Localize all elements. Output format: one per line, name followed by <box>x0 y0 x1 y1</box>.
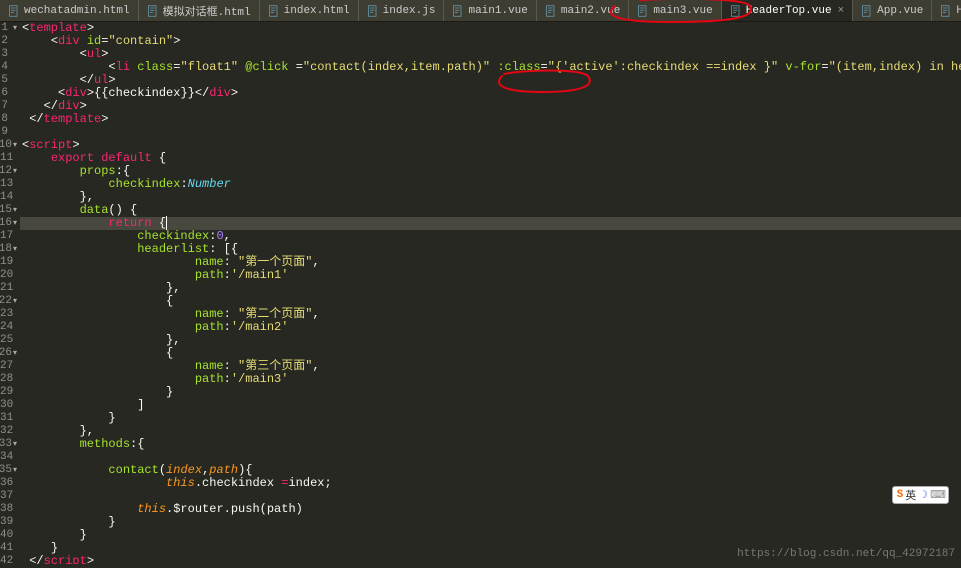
tab-label: 模拟对话框.html <box>163 3 251 19</box>
tab-HeaderTop-vue[interactable]: HeaderTop.vue × <box>722 0 853 21</box>
tab-wechatadmin-html[interactable]: wechatadmin.html <box>0 0 139 21</box>
tab-模拟对话框-html[interactable]: 模拟对话框.html <box>139 0 260 21</box>
tab-main2-vue[interactable]: main2.vue <box>537 0 629 21</box>
ime-toolbar[interactable]: S 英 ☽ ⌨ <box>892 486 949 504</box>
code-line-14[interactable]: }, <box>20 191 961 204</box>
code-line-32[interactable]: }, <box>20 425 961 438</box>
file-icon <box>730 5 742 17</box>
file-icon <box>268 5 280 17</box>
tab-index-js[interactable]: index.js <box>359 0 445 21</box>
code-line-7[interactable]: </div> <box>20 100 961 113</box>
tab-label: App.vue <box>877 5 923 17</box>
code-line-33[interactable]: methods:{ <box>20 438 961 451</box>
code-line-38[interactable]: this.$router.push(path) <box>20 503 961 516</box>
tab-label: wechatadmin.html <box>24 5 130 17</box>
close-icon[interactable]: × <box>838 5 845 17</box>
file-icon <box>637 5 649 17</box>
tab-HelloWorld-vue[interactable]: HelloWorld.vue <box>932 0 961 21</box>
code-line-29[interactable]: } <box>20 386 961 399</box>
code-line-6[interactable]: <div>{{checkindex}}</div> <box>20 87 961 100</box>
code-line-8[interactable]: </template> <box>20 113 961 126</box>
tab-label: main2.vue <box>561 5 620 17</box>
sogou-icon: S <box>897 489 904 501</box>
file-icon <box>367 5 379 17</box>
tab-main3-vue[interactable]: main3.vue <box>629 0 721 21</box>
tab-label: index.js <box>383 5 436 17</box>
file-icon <box>8 5 20 17</box>
code-area[interactable]: <template> <div id="contain"> <ul> <li c… <box>20 22 961 564</box>
tab-label: HeaderTop.vue <box>746 5 832 17</box>
code-line-2[interactable]: <div id="contain"> <box>20 35 961 48</box>
moon-icon[interactable]: ☽ <box>918 488 928 502</box>
code-line-11[interactable]: export default { <box>20 152 961 165</box>
tab-label: HelloWorld.vue <box>956 5 961 17</box>
code-line-36[interactable]: this.checkindex =index; <box>20 477 961 490</box>
watermark: https://blog.csdn.net/qq_42972187 <box>737 548 955 560</box>
tab-label: main1.vue <box>468 5 527 17</box>
ime-more-icon[interactable]: ⌨ <box>930 488 946 502</box>
tab-App-vue[interactable]: App.vue <box>853 0 932 21</box>
code-line-4[interactable]: <li class="float1" @click ="contact(inde… <box>20 61 961 74</box>
tab-index-html[interactable]: index.html <box>260 0 359 21</box>
code-line-9[interactable] <box>20 126 961 139</box>
file-icon <box>452 5 464 17</box>
code-line-39[interactable]: } <box>20 516 961 529</box>
file-icon <box>545 5 557 17</box>
code-line-13[interactable]: checkindex:Number <box>20 178 961 191</box>
tab-main1-vue[interactable]: main1.vue <box>444 0 536 21</box>
code-line-30[interactable]: ] <box>20 399 961 412</box>
tab-label: index.html <box>284 5 350 17</box>
file-icon <box>861 5 873 17</box>
code-line-40[interactable]: } <box>20 529 961 542</box>
tab-bar: wechatadmin.html 模拟对话框.html index.html inde… <box>0 0 961 22</box>
code-line-31[interactable]: } <box>20 412 961 425</box>
tab-label: main3.vue <box>653 5 712 17</box>
line-gutter: 1▾2345678910▾1112▾131415▾16▾1718▾1920212… <box>0 22 20 564</box>
ime-lang[interactable]: 英 <box>905 487 916 503</box>
file-icon <box>147 5 159 17</box>
code-editor[interactable]: 1▾2345678910▾1112▾131415▾16▾1718▾1920212… <box>0 22 961 564</box>
file-icon <box>940 5 952 17</box>
